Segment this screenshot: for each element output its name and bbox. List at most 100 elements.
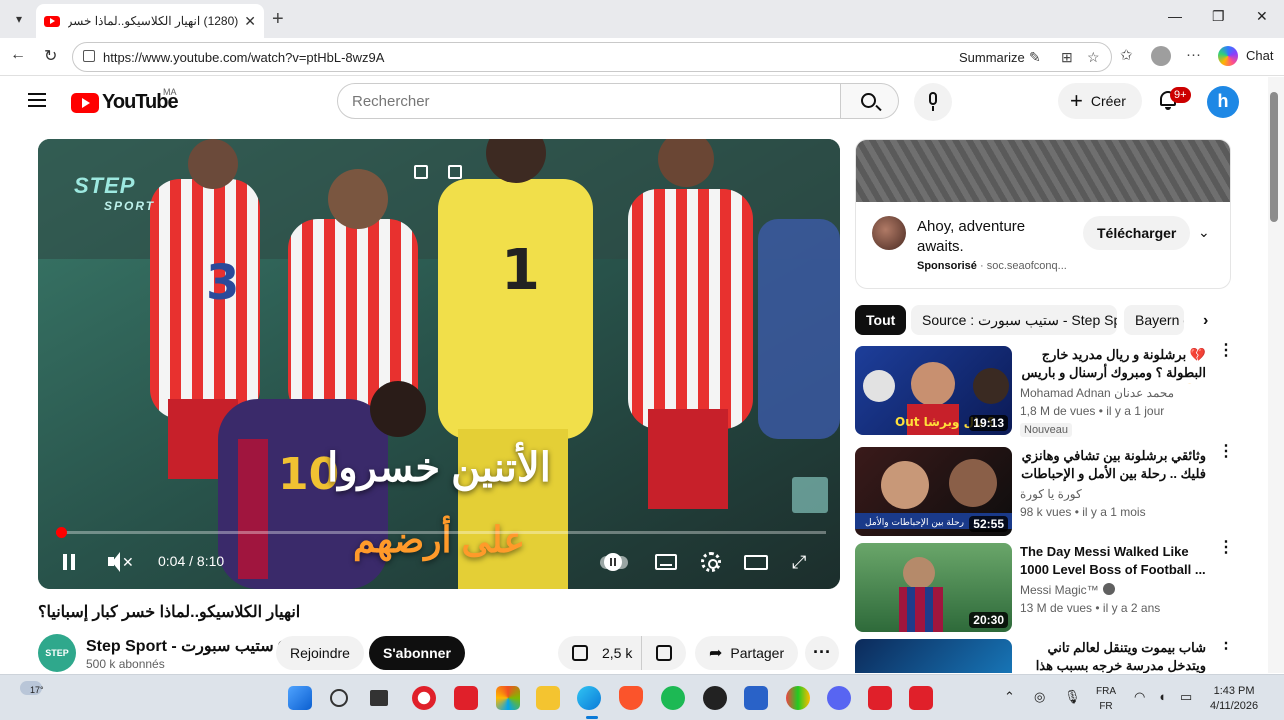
calendar-app-icon[interactable] (744, 686, 768, 710)
channel-name-text[interactable]: Step Sport - ستيب سبورت (86, 638, 274, 655)
mini-player-icon[interactable] (414, 165, 428, 179)
search-button[interactable] (841, 83, 899, 119)
summarize-sparkle-icon[interactable]: ✎ (1029, 49, 1041, 66)
recommendation-title[interactable]: The Day Messi Walked Like 1000 Level Bos… (1020, 543, 1206, 579)
app-red-icon-1[interactable] (868, 686, 892, 710)
fullscreen-button[interactable]: ⤢ (786, 547, 816, 577)
video-thumbnail[interactable]: Out ؟ يال وبرشا 19:13 (855, 346, 1012, 435)
wifi-icon[interactable]: ◠ (1134, 689, 1145, 705)
recommendation-channel[interactable]: Messi Magic™ (1020, 583, 1115, 597)
recommendation-item[interactable]: شاب بيموت ويتنقل لعالم تاني ويتدخل مدرسة… (855, 639, 1231, 673)
brave-browser-icon[interactable] (619, 686, 643, 710)
more-vert-icon[interactable]: ⋮ (1218, 444, 1234, 460)
system-clock[interactable]: 1:43 PM 4/11/2026 (1210, 684, 1258, 714)
copilot-icon[interactable] (1218, 46, 1238, 66)
video-player[interactable]: 3 1 10 STEP SPORT الأتنين خسروا على أرضه… (38, 139, 840, 589)
chip-bayern[interactable]: Bayern d (1124, 305, 1184, 335)
save-to-playlist-icon[interactable] (448, 165, 462, 179)
join-button[interactable]: Rejoindre (276, 636, 364, 670)
start-windows-icon[interactable] (288, 686, 312, 710)
account-avatar[interactable]: h (1207, 86, 1239, 118)
pause-button[interactable] (54, 547, 84, 577)
share-button[interactable]: ➦ Partager (695, 636, 799, 670)
channel-name-text[interactable]: Messi Magic™ (1020, 583, 1099, 597)
window-maximize-button[interactable]: ❐ (1212, 8, 1225, 25)
profile-avatar[interactable] (1151, 46, 1171, 66)
more-actions-button[interactable]: ··· (805, 636, 839, 670)
input-language-indicator[interactable]: FRA FR (1096, 684, 1116, 714)
new-tab-plus-icon[interactable]: + (272, 8, 284, 31)
youtube-logo[interactable]: YouTube MA (71, 87, 179, 114)
game-app-icon[interactable] (786, 686, 810, 710)
dislike-button[interactable] (642, 636, 686, 670)
opera-icon[interactable] (412, 686, 436, 710)
back-arrow-icon[interactable]: ← (10, 46, 26, 64)
more-vert-icon[interactable]: ⋮ (1218, 343, 1234, 359)
window-minimize-button[interactable]: — (1168, 8, 1182, 24)
recommendation-item[interactable]: Out ؟ يال وبرشا 19:13 💔 برشلونة و ريال م… (855, 343, 1234, 437)
task-view-icon[interactable] (370, 690, 388, 706)
menu-hamburger-icon[interactable] (28, 93, 46, 107)
favorites-icon[interactable]: ✩ (1120, 46, 1133, 64)
search-input[interactable] (338, 84, 840, 118)
browser-menu-icon[interactable]: ··· (1186, 46, 1201, 63)
discord-icon[interactable] (827, 686, 851, 710)
tray-chevron-up-icon[interactable]: ⌃ (1004, 689, 1015, 705)
tab-close-icon[interactable]: ✕ (244, 13, 256, 30)
favorite-star-icon[interactable]: ☆ (1087, 49, 1100, 66)
video-thumbnail[interactable]: 20:30 (855, 543, 1012, 632)
address-bar[interactable]: https://www.youtube.com/watch?v=ptHbL-8w… (72, 42, 1112, 72)
search-box[interactable] (337, 83, 841, 119)
edge-browser-icon[interactable] (577, 686, 601, 710)
like-button[interactable]: 2,5 k (558, 636, 642, 670)
settings-button[interactable] (696, 547, 726, 577)
battery-icon[interactable]: ▭ (1180, 689, 1192, 705)
more-vert-icon[interactable]: ⋮ (1218, 540, 1234, 556)
tab-list-chevron-icon[interactable]: ▾ (6, 6, 32, 32)
voice-search-button[interactable] (914, 83, 952, 121)
search-taskbar-icon[interactable] (330, 689, 348, 707)
weather-temperature[interactable]: 17° (30, 685, 44, 695)
create-button[interactable]: + Créer (1058, 83, 1142, 119)
progress-bar[interactable] (56, 527, 826, 538)
chevron-down-icon[interactable]: ⌄ (1198, 224, 1210, 241)
ad-download-button[interactable]: Télécharger (1083, 216, 1191, 250)
volume-icon[interactable]: ◖ (1158, 689, 1166, 704)
file-explorer-icon[interactable] (536, 686, 560, 710)
recommendation-title[interactable]: وثائقي برشلونة بين تشافي وهانزي فليك .. … (1020, 447, 1206, 485)
autoplay-toggle[interactable] (598, 547, 628, 577)
more-vert-icon[interactable]: ⋮ (1218, 639, 1231, 652)
chevron-right-icon[interactable]: › (1203, 312, 1208, 330)
ad-banner-image[interactable] (856, 140, 1230, 202)
split-screen-icon[interactable]: ⊞ (1061, 49, 1073, 66)
copilot-app-icon[interactable] (496, 686, 520, 710)
video-thumbnail[interactable]: رحلة بين الإحباطات والأمل 52:55 (855, 447, 1012, 536)
theater-mode-button[interactable] (741, 547, 771, 577)
site-info-icon[interactable] (83, 50, 95, 62)
channel-name[interactable]: Step Sport - ستيب سبورت (86, 636, 290, 656)
recommendation-channel[interactable]: كورة يا كورة (1020, 487, 1082, 501)
sponsored-ad-card[interactable]: Ahoy, adventure awaits. Sponsorisé · soc… (855, 139, 1231, 289)
window-close-button[interactable]: ✕ (1256, 8, 1268, 25)
recommendation-title[interactable]: شاب بيموت ويتنقل لعالم تاني ويتدخل مدرسة… (1020, 639, 1206, 673)
recommendation-item[interactable]: رحلة بين الإحباطات والأمل 52:55 وثائقي ب… (855, 444, 1234, 537)
reload-icon[interactable]: ↻ (44, 46, 57, 66)
url-text[interactable]: https://www.youtube.com/watch?v=ptHbL-8w… (103, 50, 384, 65)
summarize-button[interactable]: Summarize (959, 50, 1025, 65)
chip-source-channel[interactable]: Source : ستيب سبورت - Step Sport (911, 305, 1117, 335)
recommendation-title[interactable]: 💔 برشلونة و ريال مدريد خارج البطولة ؟ وم… (1020, 346, 1206, 384)
app-red-icon-2[interactable] (909, 686, 933, 710)
youtube-app-icon[interactable] (454, 686, 478, 710)
media-app-icon[interactable] (703, 686, 727, 710)
copilot-chat-button[interactable]: Chat (1246, 48, 1273, 63)
page-scrollbar-thumb[interactable] (1270, 92, 1278, 222)
mute-button[interactable]: ✕ (102, 547, 134, 577)
chip-all[interactable]: Tout (855, 305, 907, 335)
subscribe-button[interactable]: S'abonner (369, 636, 465, 670)
spotify-icon[interactable] (661, 686, 685, 710)
browser-tab-youtube[interactable]: (1280) انهيار الكلاسيكو..لماذا خسر ك ✕ (36, 4, 264, 38)
subtitles-button[interactable] (651, 547, 681, 577)
channel-avatar[interactable]: STEP (38, 634, 76, 672)
recommendation-item[interactable]: 20:30 The Day Messi Walked Like 1000 Lev… (855, 540, 1234, 633)
tray-microphone-icon[interactable]: 🎙 (1064, 689, 1081, 705)
